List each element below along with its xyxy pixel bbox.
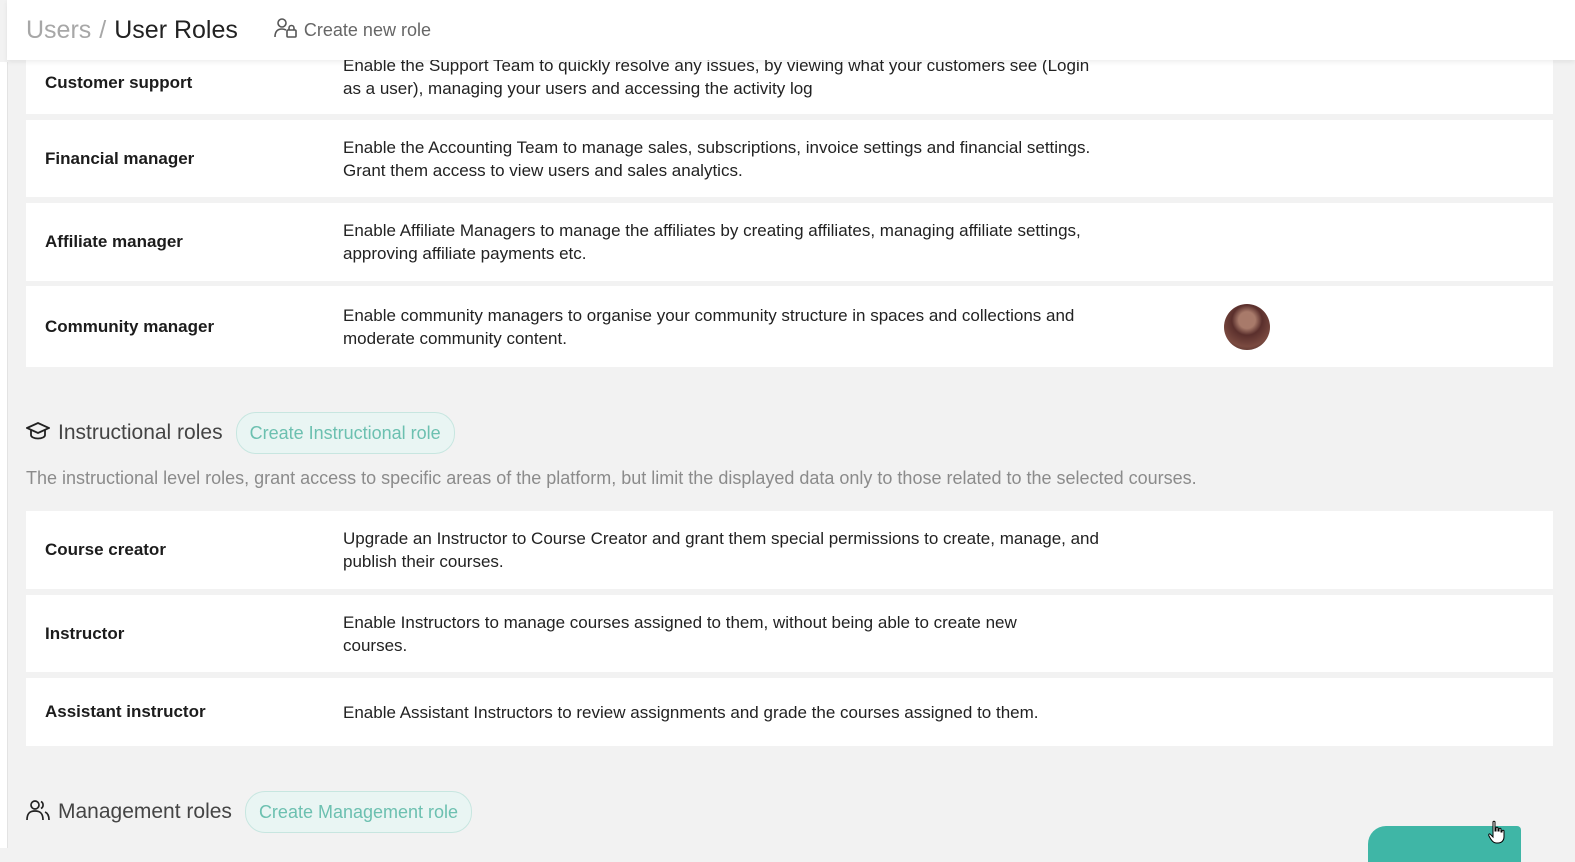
mouse-cursor-icon (1487, 820, 1505, 849)
instructional-roles-header: Instructional roles Create Instructional… (24, 412, 455, 454)
breadcrumb-users-link[interactable]: Users (26, 16, 91, 45)
role-name: Affiliate manager (45, 232, 183, 251)
role-row-affiliate-manager[interactable]: Affiliate manager Enable Affiliate Manag… (26, 203, 1553, 281)
role-description: Upgrade an Instructor to Course Creator … (343, 529, 1099, 571)
create-instructional-role-button[interactable]: Create Instructional role (235, 412, 455, 454)
role-row-financial-manager[interactable]: Financial manager Enable the Accounting … (26, 120, 1553, 197)
role-description: Enable Assistant Instructors to review a… (343, 702, 1039, 722)
graduation-cap-icon (24, 420, 52, 447)
role-name: Financial manager (45, 148, 195, 168)
breadcrumb-separator: / (99, 15, 107, 44)
create-new-role-button[interactable]: Create new role (274, 17, 431, 44)
role-description: Enable the Accounting Team to manage sal… (343, 137, 1091, 180)
create-new-role-label: Create new role (303, 19, 431, 40)
breadcrumb: Users / User Roles (26, 16, 238, 45)
role-row-instructor[interactable]: Instructor Enable Instructors to manage … (26, 595, 1553, 672)
role-row-assistant-instructor[interactable]: Assistant instructor Enable Assistant In… (26, 678, 1553, 746)
role-description: Enable Affiliate Managers to manage the … (343, 221, 1081, 263)
management-roles-header: Management roles Create Management role (26, 791, 473, 833)
role-name: Course creator (45, 540, 166, 559)
role-description: Enable community managers to organise yo… (343, 305, 1075, 348)
role-name: Community manager (45, 316, 215, 336)
role-name: Assistant instructor (45, 702, 206, 721)
avatar[interactable] (1224, 303, 1270, 350)
users-icon (26, 798, 50, 827)
section-title: Management roles (58, 800, 232, 823)
role-row-course-creator[interactable]: Course creator Upgrade an Instructor to … (26, 511, 1553, 589)
left-sidebar-edge (0, 62, 8, 848)
role-row-customer-support[interactable]: Customer support Enable the Support Team… (26, 52, 1553, 114)
section-title: Instructional roles (58, 421, 223, 444)
create-management-role-button[interactable]: Create Management role (244, 791, 473, 833)
page-title: User Roles (114, 15, 238, 44)
page-header: Users / User Roles Create new role (7, 0, 1575, 60)
role-name: Customer support (45, 73, 193, 92)
role-description: Enable the Support Team to quickly resol… (343, 56, 1090, 98)
role-description: Enable Instructors to manage courses ass… (343, 612, 1017, 655)
user-lock-icon (274, 17, 304, 44)
role-row-community-manager[interactable]: Community manager Enable community manag… (26, 286, 1553, 367)
role-name: Instructor (45, 623, 125, 643)
instructional-intro-text: The instructional level roles, grant acc… (26, 468, 1197, 488)
